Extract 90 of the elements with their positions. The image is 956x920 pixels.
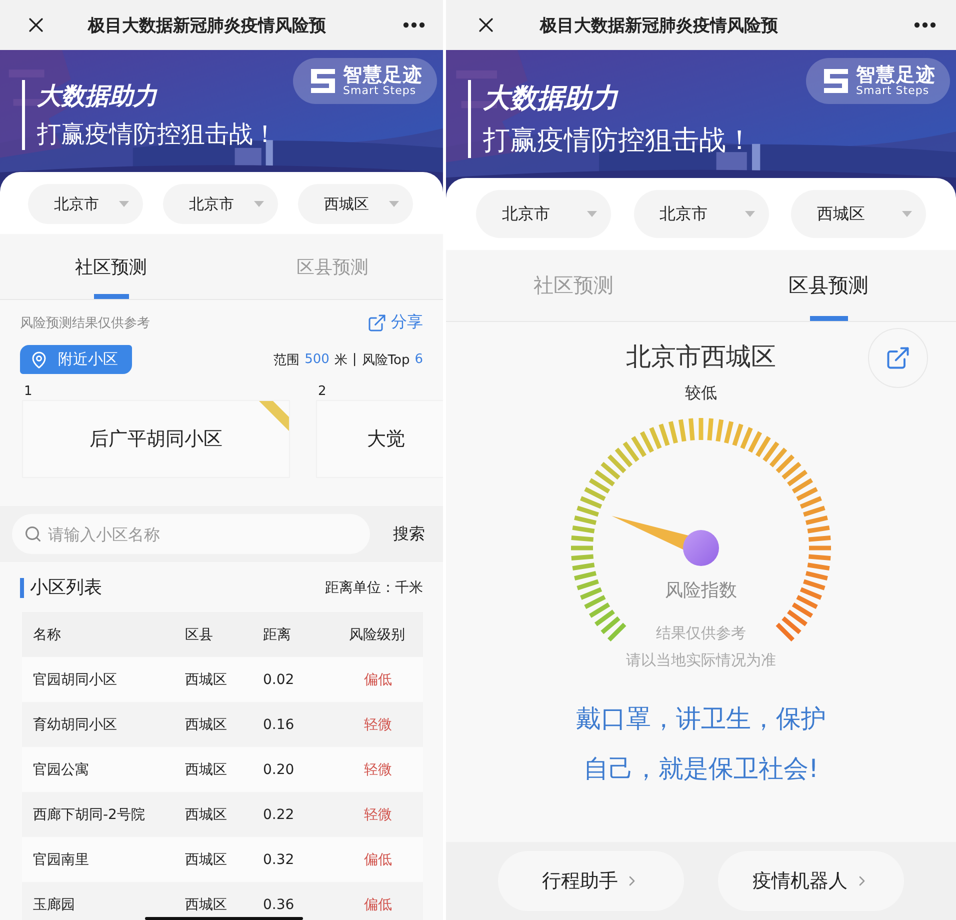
community-name: 后广平胡同小区 [90, 427, 222, 452]
community-card[interactable]: 后广平胡同小区 [22, 400, 290, 478]
risk-level: 较低 [685, 383, 717, 404]
logo-icon [822, 67, 850, 95]
share-icon [367, 312, 387, 332]
list-title: 小区列表 [20, 578, 102, 598]
region-title: 北京市西城区 [626, 341, 776, 373]
slogan-text: 戴口罩，讲卫生，保护 [576, 704, 826, 734]
risk-level: 偏低 [363, 670, 393, 688]
banner-headline: 大数据助力 [37, 81, 158, 112]
search-field[interactable]: 请输入小区名称 [12, 514, 370, 554]
column-header: 风险级别 [349, 626, 406, 644]
risk-level: 轻微 [363, 760, 393, 778]
table-cell-text: 0.36 [263, 896, 296, 912]
table-cell-text: 西城区 [185, 716, 228, 734]
tab[interactable]: 社区预测 [0, 234, 222, 299]
region-dropdown[interactable]: 北京市 [634, 190, 768, 238]
gauge-label: 风险指数 [665, 579, 737, 602]
rank-number: 1 [24, 384, 32, 399]
table-cell-text: 0.32 [263, 852, 296, 868]
table-cell-text: 0.22 [263, 806, 296, 822]
banner-headline: 大数据助力 [483, 82, 620, 116]
search-button[interactable]: 搜索 [393, 524, 425, 544]
table-cell-text: 西城区 [185, 670, 228, 688]
risk-level: 轻微 [363, 806, 393, 824]
caret-icon [119, 201, 129, 207]
risk-level: 轻微 [363, 716, 393, 734]
more-button[interactable] [914, 22, 936, 28]
unit-note: 距离单位：千米 [325, 579, 423, 597]
top-value: 6 [414, 352, 423, 367]
table-cell-text: 西城区 [185, 896, 228, 914]
risk-level: 偏低 [363, 850, 393, 868]
caret-icon [744, 211, 754, 217]
nearby-tab[interactable]: 附近小区 [20, 345, 132, 374]
community-name: 大觉 [367, 427, 405, 452]
risk-level: 偏低 [363, 896, 393, 914]
rank-number: 2 [318, 384, 326, 399]
more-icon [914, 22, 936, 28]
table-cell-text: 0.02 [263, 672, 296, 688]
column-header: 距离 [263, 626, 292, 644]
region-dropdown[interactable]: 北京市 [476, 190, 611, 238]
share-icon [885, 345, 911, 371]
slogan-text: 自己，就是保卫社会! [583, 754, 819, 784]
table-cell-text: 西城区 [185, 850, 228, 868]
caret-icon [389, 201, 399, 207]
top-label: 风险Top [362, 352, 410, 368]
region-dropdown[interactable]: 西城区 [791, 190, 926, 238]
table-cell-text: 0.16 [263, 716, 296, 732]
gauge-note: 结果仅供参考 [656, 624, 746, 643]
more-icon [403, 22, 425, 28]
logo-icon [309, 67, 337, 95]
region-dropdown[interactable]: 西城区 [298, 184, 413, 224]
banner-subline: 打赢疫情防控狙击战！ [37, 119, 277, 150]
share-link[interactable]: 分享 [367, 312, 423, 333]
banner-subline: 打赢疫情防控狙击战！ [483, 124, 753, 158]
location-icon [30, 350, 48, 368]
caret-icon [902, 211, 912, 217]
notice-text: 风险预测结果仅供参考 [20, 314, 150, 332]
column-header: 名称 [33, 626, 62, 644]
range-label: 范围 [274, 352, 300, 368]
logo-text: 智慧足迹 [343, 66, 423, 85]
caret-icon [587, 211, 597, 217]
table-cell-text: 官园南里 [33, 850, 90, 868]
logo-subtext: Smart Steps [856, 85, 930, 96]
table-cell-text: 育幼胡同小区 [33, 716, 118, 734]
shortcut-button[interactable]: 疫情机器人 [718, 851, 904, 911]
more-button[interactable] [403, 22, 425, 28]
table-cell-text: 官园公寓 [33, 760, 90, 778]
logo-subtext: Smart Steps [343, 85, 418, 96]
community-card[interactable]: 大觉 [316, 400, 443, 478]
logo-text: 智慧足迹 [856, 66, 936, 85]
caret-icon [254, 201, 264, 207]
range-value: 500 [304, 352, 330, 367]
shortcut-button[interactable]: 行程助手 [498, 851, 684, 911]
search-icon [24, 525, 42, 543]
region-dropdown[interactable]: 北京市 [28, 184, 143, 224]
table-cell-text: 西城区 [185, 806, 228, 824]
table-cell-text: 0.20 [263, 762, 296, 778]
table-cell-text: 西廊下胡同-2号院 [33, 806, 146, 824]
separator: | [352, 352, 357, 367]
tab[interactable]: 区县预测 [701, 250, 956, 321]
table-cell-text: 玉廊园 [33, 896, 76, 914]
page-title: 极目大数据新冠肺炎疫情风险预 [88, 14, 327, 36]
column-header: 区县 [185, 626, 214, 644]
table-cell-text: 官园胡同小区 [33, 670, 118, 688]
region-dropdown[interactable]: 北京市 [163, 184, 278, 224]
table-cell-text: 西城区 [185, 760, 228, 778]
gauge-note: 请以当地实际情况为准 [626, 651, 776, 670]
range-unit: 米 [334, 352, 348, 368]
page-title: 极目大数据新冠肺炎疫情风险预 [540, 14, 779, 36]
